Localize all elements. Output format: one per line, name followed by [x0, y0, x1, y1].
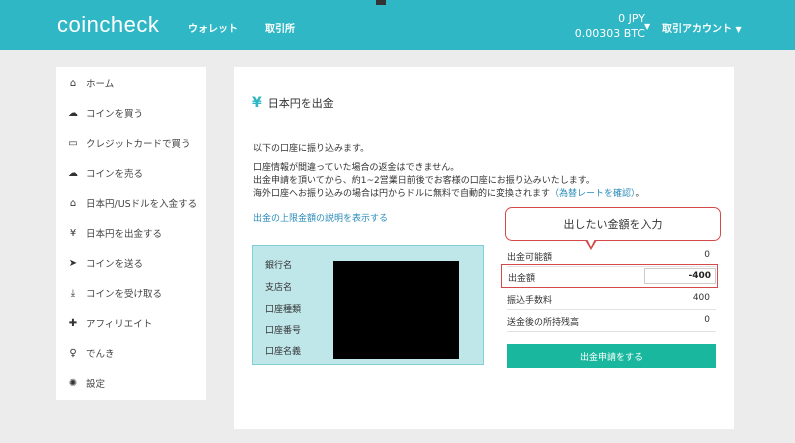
sidebar-item-label: アフィリエイト — [86, 319, 153, 330]
cloud-upload-icon: ☁ — [68, 107, 78, 119]
page-title: ¥ 日本円を出金 — [252, 95, 334, 111]
sidebar-item-label: コインを送る — [86, 259, 144, 270]
note-overseas-tail: 。 — [635, 189, 645, 199]
withdraw-amount-row: 出金額 — [501, 264, 718, 288]
balance-btc: 0.00303 BTC — [574, 27, 645, 40]
account-holder-label: 口座名義 — [265, 347, 302, 357]
sidebar-item-label: コインを買う — [86, 109, 144, 120]
available-value: 0 — [704, 250, 710, 260]
sidebar-item-label: でんき — [86, 349, 115, 360]
sidebar-item-denki[interactable]: ♀ でんき — [66, 343, 115, 363]
balance-after-label: 送金後の所持残高 — [507, 318, 580, 328]
send-icon: ➤ — [68, 257, 78, 269]
page-title-text: 日本円を出金 — [267, 97, 334, 110]
home-icon: ⌂ — [69, 77, 77, 89]
top-header: coincheck ウォレット 取引所 0 JPY 0.00303 BTC ▼ … — [0, 0, 795, 50]
yen-icon: ¥ — [69, 227, 77, 239]
intro-text: 以下の口座に振り込みます。 — [253, 144, 370, 154]
callout-pointer-inner — [587, 239, 595, 247]
sidebar-item-label: 日本円を出金する — [86, 229, 163, 240]
account-type-label: 口座種類 — [265, 305, 302, 315]
chevron-down-icon: ▼ — [735, 25, 742, 34]
yen-icon: ¥ — [252, 95, 262, 111]
note-overseas: 海外口座へお振り込みの場合は円からドルに無料で自動的に変換されます（為替レートを… — [253, 186, 645, 199]
sidebar-item-label: コインを受け取る — [86, 289, 163, 300]
bank-icon: ⌂ — [69, 197, 77, 209]
note-refund: 口座情報が間違っていた場合の返金はできません。 — [253, 163, 460, 173]
fee-row: 振込手数料 400 — [507, 288, 716, 310]
sidebar-item-credit-card[interactable]: ▭ クレジットカードで買う — [66, 133, 191, 153]
sidebar-item-label: コインを売る — [86, 169, 144, 180]
sidebar-item-home[interactable]: ⌂ ホーム — [66, 73, 114, 93]
available-label: 出金可能額 — [507, 253, 553, 263]
lightbulb-icon: ♀ — [69, 347, 77, 359]
credit-card-icon: ▭ — [68, 137, 78, 149]
sidebar-item-sell-coin[interactable]: ☁ コインを売る — [66, 163, 143, 183]
fee-value: 400 — [692, 293, 710, 303]
nav-exchange[interactable]: 取引所 — [265, 20, 295, 35]
download-icon: ⤓ — [70, 287, 76, 299]
withdraw-amount-label: 出金額 — [508, 274, 536, 284]
account-menu[interactable]: 取引アカウント ▼ — [662, 20, 742, 35]
fee-label: 振込手数料 — [507, 296, 553, 306]
sidebar: ⌂ ホーム ☁ コインを買う ▭ クレジットカードで買う ☁ コインを売る ⌂ 日本円/U… — [56, 67, 206, 400]
sidebar-item-send-coin[interactable]: ➤ コインを送る — [66, 253, 143, 273]
account-label: 取引アカウント — [662, 24, 732, 35]
sidebar-item-label: 日本円/USドルを入金する — [86, 199, 198, 210]
account-number-label: 口座番号 — [265, 326, 302, 336]
balance-jpy: 0 JPY — [618, 12, 645, 25]
balance-display[interactable]: 0 JPY 0.00303 BTC — [575, 11, 645, 41]
sidebar-item-label: ホーム — [86, 79, 115, 90]
balance-after-value: 0 — [704, 315, 710, 325]
redacted-bank-info — [333, 261, 459, 359]
bank-name-label: 銀行名 — [265, 261, 293, 271]
limit-explanation-link[interactable]: 出金の上限金額の説明を表示する — [253, 211, 388, 224]
balance-after-row: 送金後の所持残高 0 — [507, 310, 716, 332]
cloud-download-icon: ☁ — [68, 167, 78, 179]
annotation-callout: 出したい金額を入力 — [505, 207, 721, 241]
withdraw-amount-input[interactable] — [644, 268, 716, 284]
sidebar-item-buy-coin[interactable]: ☁ コインを買う — [66, 103, 143, 123]
gift-icon: ✚ — [68, 317, 78, 329]
sidebar-item-receive-coin[interactable]: ⤓ コインを受け取る — [66, 283, 162, 303]
gear-icon: ✺ — [68, 377, 78, 389]
chevron-down-icon[interactable]: ▼ — [644, 22, 650, 31]
note-timing: 出金申請を頂いてから、約1~2営業日前後でお客様の口座にお振り込みいたします。 — [253, 176, 595, 186]
submit-withdrawal-button[interactable]: 出金申請をする — [507, 344, 716, 368]
coincheck-logo[interactable]: coincheck — [57, 12, 159, 38]
exchange-rate-link[interactable]: （為替レートを確認） — [550, 189, 636, 199]
note-overseas-text: 海外口座へお振り込みの場合は円からドルに無料で自動的に変換されます — [253, 189, 551, 199]
bank-account-box: 銀行名 支店名 口座種類 口座番号 口座名義 — [252, 245, 484, 365]
sidebar-item-deposit[interactable]: ⌂ 日本円/USドルを入金する — [66, 193, 197, 213]
sidebar-item-label: 設定 — [86, 379, 106, 390]
nav-wallet[interactable]: ウォレット — [188, 20, 238, 35]
sidebar-item-settings[interactable]: ✺ 設定 — [66, 373, 105, 393]
sidebar-item-label: クレジットカードで買う — [86, 139, 191, 150]
branch-name-label: 支店名 — [265, 283, 293, 293]
sidebar-item-affiliate[interactable]: ✚ アフィリエイト — [66, 313, 153, 333]
window-notch — [376, 0, 386, 5]
sidebar-item-withdraw-jpy[interactable]: ¥ 日本円を出金する — [66, 223, 162, 243]
